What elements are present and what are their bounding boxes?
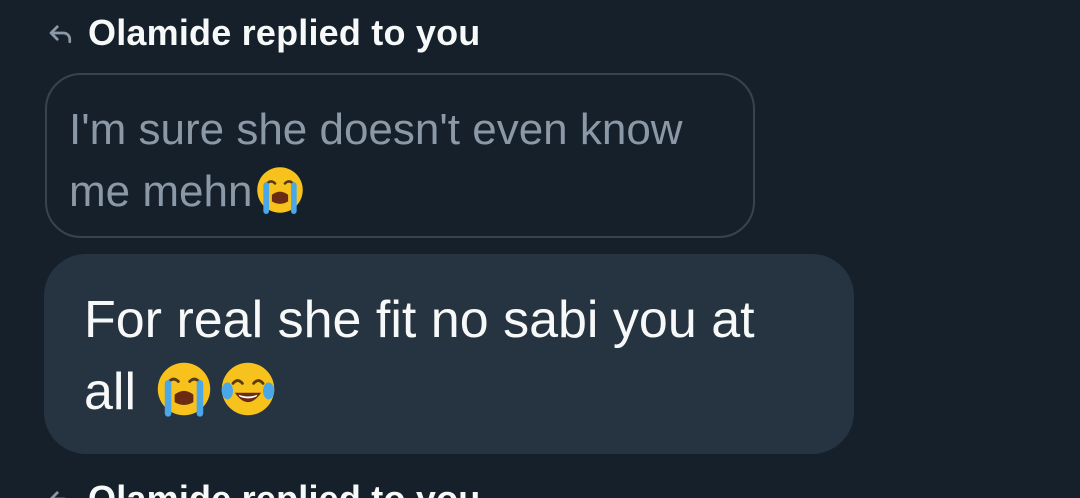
dm-thread: Olamide replied to you I'm sure she does… <box>0 0 1080 498</box>
loudly-crying-face-icon <box>158 362 211 417</box>
reply-arrow-icon <box>49 25 72 44</box>
loudly-crying-face-icon <box>257 167 304 214</box>
face-with-tears-of-joy-icon <box>222 362 275 416</box>
reply-arrow-icon <box>50 491 66 498</box>
quoted-message-text: I'm sure she doesn't even know me mehn <box>69 105 683 216</box>
reply-header-text: Olamide replied to you <box>88 478 480 498</box>
reply-header-text: Olamide replied to you <box>88 12 481 53</box>
reply-header: Olamide replied to you <box>46 478 480 498</box>
reply-header: Olamide replied to you <box>46 12 480 54</box>
quoted-message[interactable]: I'm sure she doesn't even know me mehn <box>45 73 755 238</box>
message-bubble[interactable]: For real she fit no sabi you at all <box>44 254 854 454</box>
